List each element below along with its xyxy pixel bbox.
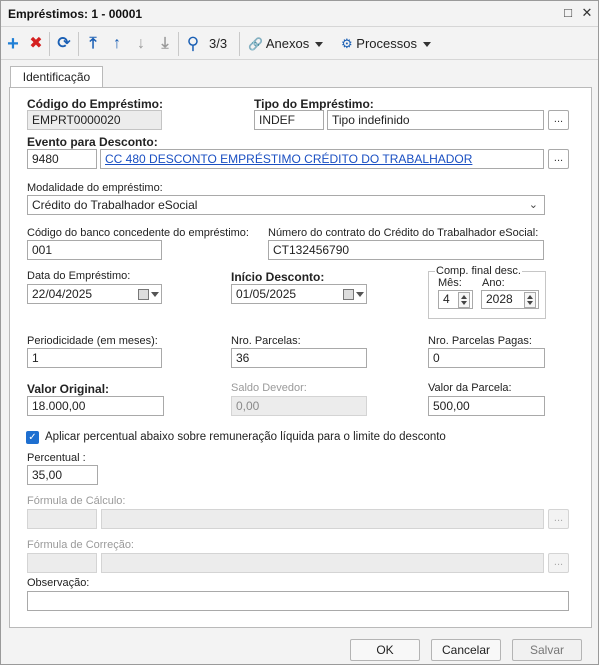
valor-parcela-field[interactable]: 500,00: [428, 396, 545, 416]
first-record-icon[interactable]: ⤒: [83, 33, 103, 55]
calendar-icon[interactable]: [133, 287, 159, 301]
paperclip-icon: 🔗: [248, 37, 263, 51]
formula-calculo-code-field: [27, 509, 97, 529]
cancel-button[interactable]: Cancelar: [431, 639, 501, 661]
tipo-emprestimo-label: Tipo do Empréstimo:: [254, 97, 374, 111]
processes-label: Processos: [356, 36, 417, 51]
toolbar-separator: [239, 32, 240, 56]
inicio-desconto-label: Início Desconto:: [231, 270, 325, 284]
formula-correcao-description: [101, 553, 544, 573]
formula-calculo-description: [101, 509, 544, 529]
ano-value: 2028: [486, 292, 513, 306]
percentual-label: Percentual :: [27, 452, 86, 464]
aplicar-percentual-checkbox[interactable]: ✓: [26, 431, 39, 444]
percentual-field[interactable]: 35,00: [27, 465, 98, 485]
add-icon[interactable]: +: [3, 33, 23, 55]
formula-correcao-lookup-button: ...: [548, 553, 569, 573]
numero-contrato-field[interactable]: CT132456790: [268, 240, 544, 260]
codigo-emprestimo-field[interactable]: EMPRT0000020: [27, 110, 162, 130]
mes-value: 4: [443, 292, 450, 306]
tipo-emprestimo-lookup-button[interactable]: ...: [548, 110, 569, 130]
tipo-emprestimo-description: Tipo indefinido: [327, 110, 544, 130]
attachments-label: Anexos: [265, 36, 310, 51]
chevron-down-icon: [422, 42, 431, 48]
nro-parcelas-pagas-label: Nro. Parcelas Pagas:: [428, 335, 532, 347]
saldo-devedor-field: 0,00: [231, 396, 367, 416]
aplicar-percentual-label: Aplicar percentual abaixo sobre remunera…: [45, 431, 446, 443]
nro-parcelas-field[interactable]: 36: [231, 348, 367, 368]
restore-icon[interactable]: □: [560, 5, 576, 21]
formula-correcao-code-field: [27, 553, 97, 573]
formula-calculo-label: Fórmula de Cálculo:: [27, 495, 126, 507]
chevron-down-icon: [315, 42, 324, 48]
attachments-menu[interactable]: 🔗 Anexos: [248, 33, 332, 55]
evento-desconto-link[interactable]: CC 480 DESCONTO EMPRÉSTIMO CRÉDITO DO TR…: [105, 152, 472, 166]
calendar-icon[interactable]: [338, 287, 364, 301]
formula-calculo-lookup-button: ...: [548, 509, 569, 529]
modalidade-value: Crédito do Trabalhador eSocial: [32, 198, 198, 212]
toolbar-separator: [178, 32, 179, 56]
next-record-icon[interactable]: ↓: [131, 33, 151, 55]
codigo-banco-label: Código do banco concedente do empréstimo…: [27, 227, 249, 239]
form-panel: Código do Empréstimo: EMPRT0000020 Tipo …: [9, 87, 592, 628]
mes-stepper[interactable]: 4: [438, 290, 473, 309]
toolbar-separator: [78, 32, 79, 56]
nro-parcelas-pagas-field[interactable]: 0: [428, 348, 545, 368]
saldo-devedor-label: Saldo Devedor:: [231, 382, 307, 394]
ano-label: Ano:: [482, 277, 505, 289]
previous-record-icon[interactable]: ↑: [107, 33, 127, 55]
close-icon[interactable]: ✕: [579, 5, 595, 21]
nro-parcelas-label: Nro. Parcelas:: [231, 335, 301, 347]
observacao-field[interactable]: [27, 591, 569, 611]
periodicidade-field[interactable]: 1: [27, 348, 162, 368]
valor-parcela-label: Valor da Parcela:: [428, 382, 512, 394]
inicio-desconto-field[interactable]: 01/05/2025: [231, 284, 367, 304]
data-emprestimo-label: Data do Empréstimo:: [27, 270, 131, 282]
last-record-icon[interactable]: ⤓: [155, 33, 175, 55]
valor-original-field[interactable]: 18.000,00: [27, 396, 164, 416]
evento-desconto-description: CC 480 DESCONTO EMPRÉSTIMO CRÉDITO DO TR…: [100, 149, 544, 169]
save-button[interactable]: Salvar: [512, 639, 582, 661]
toolbar: + ✖ ⟳ ⤒ ↑ ↓ ⤓ ⚲ 3/3 🔗 Anexos ⚙ Processos: [1, 28, 598, 60]
window-title: Empréstimos: 1 - 00001: [8, 7, 143, 21]
valor-original-label: Valor Original:: [27, 382, 110, 396]
comp-final-label: Comp. final desc.: [435, 265, 522, 277]
evento-desconto-label: Evento para Desconto:: [27, 135, 158, 149]
loan-dialog: Empréstimos: 1 - 00001 □ ✕ + ✖ ⟳ ⤒ ↑ ↓ ⤓…: [0, 0, 599, 665]
refresh-icon[interactable]: ⟳: [54, 33, 74, 55]
search-icon[interactable]: ⚲: [183, 33, 203, 55]
record-counter: 3/3: [209, 36, 228, 51]
spinner-icon[interactable]: [524, 292, 536, 308]
formula-correcao-label: Fórmula de Correção:: [27, 539, 134, 551]
periodicidade-label: Periodicidade (em meses):: [27, 335, 158, 347]
numero-contrato-label: Número do contrato do Crédito do Trabalh…: [268, 227, 539, 239]
mes-label: Mês:: [438, 277, 462, 289]
comp-final-group: Comp. final desc. Mês: 4 Ano: 2028: [428, 265, 546, 319]
modalidade-select[interactable]: Crédito do Trabalhador eSocial ⌄: [27, 195, 545, 215]
codigo-banco-field[interactable]: 001: [27, 240, 162, 260]
spinner-icon[interactable]: [458, 292, 470, 308]
evento-desconto-code-field[interactable]: 9480: [27, 149, 97, 169]
ano-stepper[interactable]: 2028: [481, 290, 539, 309]
modalidade-label: Modalidade do empréstimo:: [27, 182, 163, 194]
data-emprestimo-value: 22/04/2025: [32, 287, 93, 301]
evento-desconto-lookup-button[interactable]: ...: [548, 149, 569, 169]
tipo-emprestimo-code-field[interactable]: INDEF: [254, 110, 324, 130]
toolbar-separator: [49, 32, 50, 56]
tab-identificacao[interactable]: Identificação: [10, 66, 103, 88]
codigo-emprestimo-label: Código do Empréstimo:: [27, 97, 163, 111]
data-emprestimo-field[interactable]: 22/04/2025: [27, 284, 162, 304]
delete-icon[interactable]: ✖: [26, 33, 46, 55]
inicio-desconto-value: 01/05/2025: [236, 287, 297, 301]
observacao-label: Observação:: [27, 577, 90, 589]
title-bar: Empréstimos: 1 - 00001 □ ✕: [1, 1, 598, 27]
processes-menu[interactable]: ⚙ Processos: [341, 33, 441, 55]
gear-icon: ⚙: [341, 36, 353, 51]
chevron-down-icon: ⌄: [528, 199, 538, 211]
ok-button[interactable]: OK: [350, 639, 420, 661]
